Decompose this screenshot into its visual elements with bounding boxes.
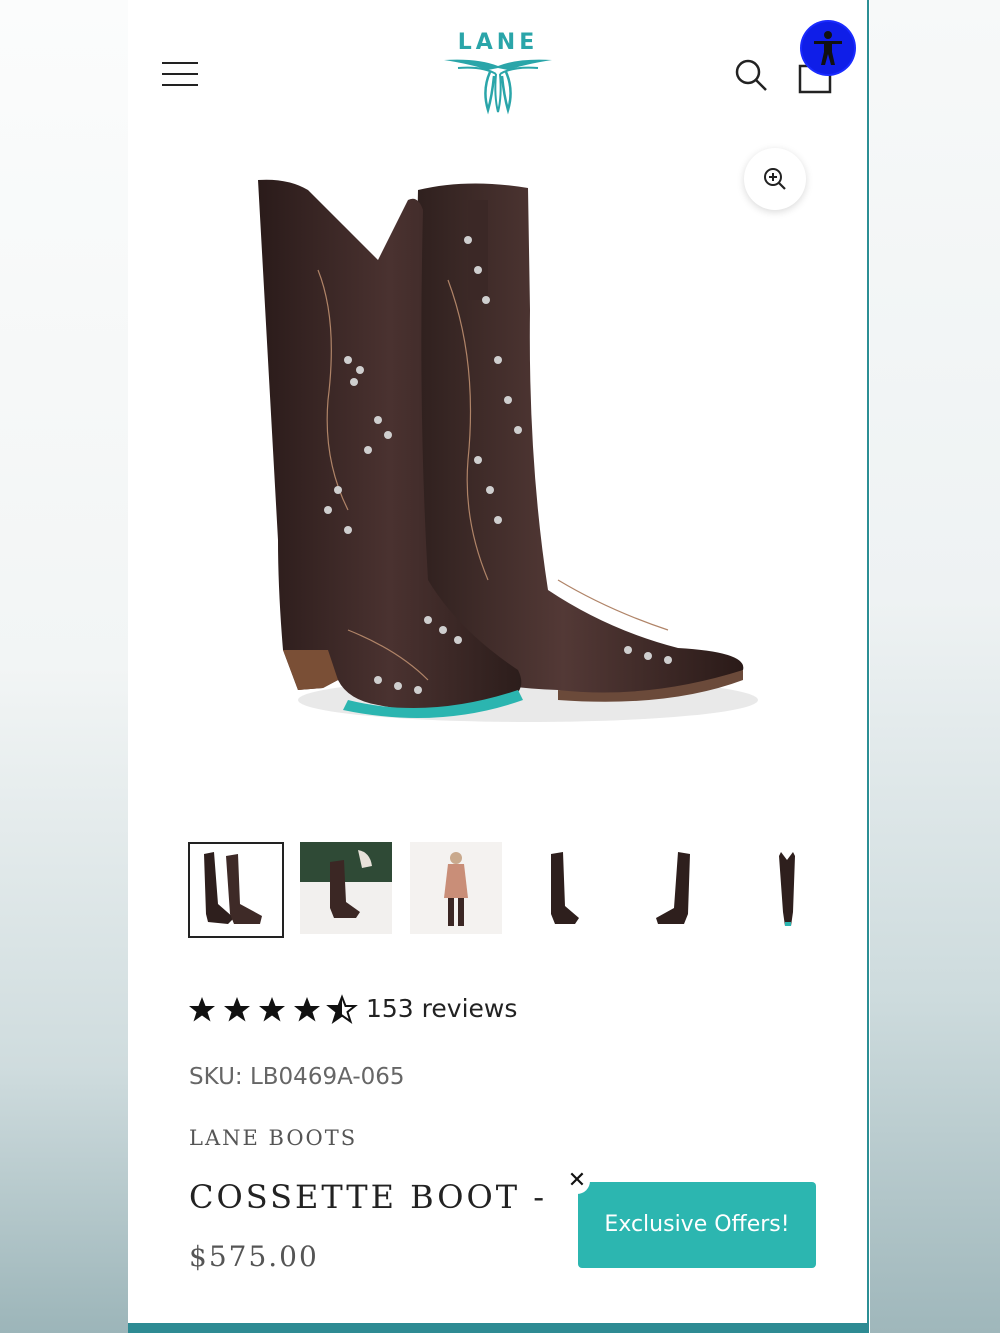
product-price: $575.00 xyxy=(189,1240,319,1273)
thumb-lifestyle-model[interactable] xyxy=(410,842,506,938)
logo-text: LANE xyxy=(457,30,539,55)
thumb-front-view[interactable] xyxy=(743,842,839,938)
longhorn-logo-icon xyxy=(444,59,552,115)
accessibility-button[interactable] xyxy=(802,22,854,74)
close-icon[interactable]: ✕ xyxy=(564,1168,590,1194)
background-left xyxy=(0,0,128,1333)
product-main-image[interactable] xyxy=(228,160,768,760)
product-title: COSSETTE BOOT - xyxy=(189,1178,548,1216)
hamburger-menu-icon[interactable] xyxy=(162,60,198,88)
star-icon xyxy=(294,997,320,1022)
lane-logo[interactable]: LANE xyxy=(438,30,558,120)
product-page: LANE 153 reviews SKU: LB0469A-065 LANE B… xyxy=(128,0,869,1333)
brand-name[interactable]: LANE BOOTS xyxy=(189,1126,357,1150)
star-icon xyxy=(259,997,285,1022)
search-icon[interactable] xyxy=(734,58,768,92)
sku-label: SKU: LB0469A-065 xyxy=(189,1064,405,1090)
thumb-side-view[interactable] xyxy=(521,842,617,938)
bottom-bar xyxy=(128,1323,869,1333)
thumb-lifestyle-green[interactable] xyxy=(300,842,396,938)
reviews-link[interactable]: 153 reviews xyxy=(366,992,517,1026)
thumb-pair-boots[interactable] xyxy=(188,842,284,938)
half-star-icon xyxy=(328,996,356,1023)
star-icon xyxy=(224,997,250,1022)
background-right xyxy=(870,0,1000,1333)
rating-stars xyxy=(189,996,356,1023)
thumb-inner-side-view[interactable] xyxy=(632,842,728,938)
exclusive-offers-button[interactable]: Exclusive Offers! xyxy=(578,1182,816,1268)
star-icon xyxy=(189,997,215,1022)
accessibility-person-icon xyxy=(814,31,842,65)
thumbnail-strip xyxy=(188,842,839,938)
